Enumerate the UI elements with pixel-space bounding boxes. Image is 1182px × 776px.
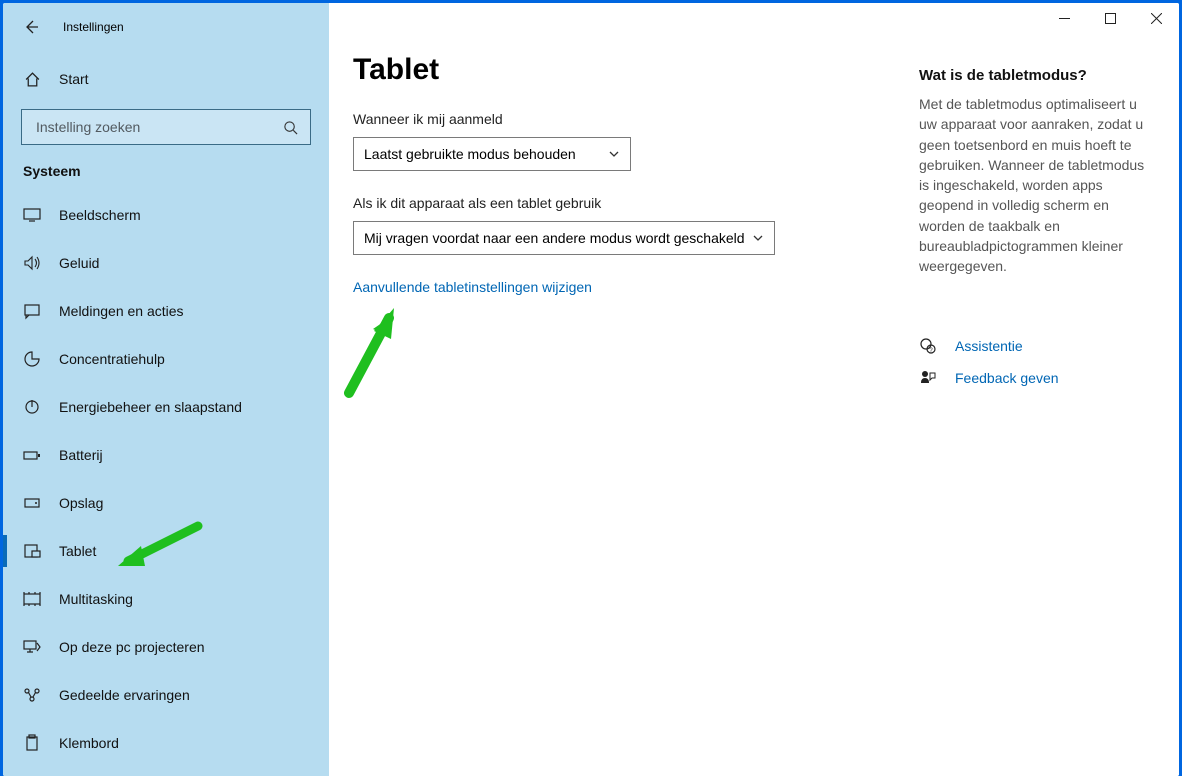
info-text: Met de tabletmodus optimaliseert u uw ap… xyxy=(919,94,1149,277)
sidebar-item-label: Gedeelde ervaringen xyxy=(59,687,190,703)
setting-as-tablet-label: Als ik dit apparaat als een tablet gebru… xyxy=(353,195,889,211)
sidebar-item-label: Batterij xyxy=(59,447,103,463)
titlebar-left: Instellingen xyxy=(3,7,329,47)
feedback-icon xyxy=(919,369,937,387)
close-button[interactable] xyxy=(1133,3,1179,33)
clipboard-icon xyxy=(23,734,41,752)
focus-icon xyxy=(23,350,41,368)
select-value: Laatst gebruikte modus behouden xyxy=(364,146,576,162)
back-icon[interactable] xyxy=(23,19,39,35)
settings-window: Instellingen Start Systeem Beeldscherm xyxy=(3,3,1179,776)
link-additional-tablet-settings[interactable]: Aanvullende tabletinstellingen wijzigen xyxy=(353,279,592,295)
home-icon xyxy=(23,70,41,88)
sidebar-item-label: Tablet xyxy=(59,543,96,559)
sidebar-item-meldingen[interactable]: Meldingen en acties xyxy=(3,287,329,335)
sidebar-item-geluid[interactable]: Geluid xyxy=(3,239,329,287)
info-title: Wat is de tabletmodus? xyxy=(919,67,1149,84)
minimize-button[interactable] xyxy=(1041,3,1087,33)
sidebar-nav-list: Beeldscherm Geluid Meldingen en acties C… xyxy=(3,191,329,767)
tablet-icon xyxy=(23,542,41,560)
chevron-down-icon xyxy=(752,232,764,244)
power-icon xyxy=(23,398,41,416)
select-when-signin[interactable]: Laatst gebruikte modus behouden xyxy=(353,137,631,171)
shared-icon xyxy=(23,686,41,704)
sidebar-category: Systeem xyxy=(3,145,329,191)
sidebar-item-label: Beeldscherm xyxy=(59,207,141,223)
multitasking-icon xyxy=(23,590,41,608)
sidebar-item-label: Concentratiehulp xyxy=(59,351,165,367)
search-input[interactable] xyxy=(34,118,283,136)
page-title: Tablet xyxy=(353,53,889,87)
support-feedback[interactable]: Feedback geven xyxy=(919,369,1149,387)
sidebar: Instellingen Start Systeem Beeldscherm xyxy=(3,3,329,776)
sidebar-item-label: Op deze pc projecteren xyxy=(59,639,205,655)
window-title: Instellingen xyxy=(63,20,124,34)
sidebar-item-concentratiehulp[interactable]: Concentratiehulp xyxy=(3,335,329,383)
notifications-icon xyxy=(23,302,41,320)
sidebar-item-opslag[interactable]: Opslag xyxy=(3,479,329,527)
display-icon xyxy=(23,206,41,224)
sidebar-item-label: Energiebeheer en slaapstand xyxy=(59,399,242,415)
sidebar-item-klembord[interactable]: Klembord xyxy=(3,719,329,767)
chevron-down-icon xyxy=(608,148,620,160)
help-icon: ? xyxy=(919,337,937,355)
info-column: Wat is de tabletmodus? Met de tabletmodu… xyxy=(919,3,1179,776)
sidebar-item-label: Klembord xyxy=(59,735,119,751)
content-area: Tablet Wanneer ik mij aanmeld Laatst geb… xyxy=(329,3,1179,776)
sound-icon xyxy=(23,254,41,272)
search-icon xyxy=(283,120,298,135)
select-value: Mij vragen voordat naar een andere modus… xyxy=(364,230,745,246)
titlebar-controls xyxy=(1041,3,1179,37)
sidebar-home[interactable]: Start xyxy=(3,55,329,103)
maximize-button[interactable] xyxy=(1087,3,1133,33)
sidebar-item-label: Multitasking xyxy=(59,591,133,607)
select-as-tablet[interactable]: Mij vragen voordat naar een andere modus… xyxy=(353,221,775,255)
main-column: Tablet Wanneer ik mij aanmeld Laatst geb… xyxy=(329,3,889,776)
sidebar-home-label: Start xyxy=(59,71,89,87)
support-feedback-label: Feedback geven xyxy=(955,370,1059,386)
sidebar-item-multitasking[interactable]: Multitasking xyxy=(3,575,329,623)
sidebar-item-batterij[interactable]: Batterij xyxy=(3,431,329,479)
sidebar-item-label: Opslag xyxy=(59,495,103,511)
search-wrap xyxy=(3,103,329,145)
support-list: ? Assistentie Feedback geven xyxy=(919,337,1149,387)
sidebar-item-projecteren[interactable]: Op deze pc projecteren xyxy=(3,623,329,671)
battery-icon xyxy=(23,446,41,464)
support-help[interactable]: ? Assistentie xyxy=(919,337,1149,355)
support-help-label: Assistentie xyxy=(955,338,1023,354)
setting-when-signin-label: Wanneer ik mij aanmeld xyxy=(353,111,889,127)
project-icon xyxy=(23,638,41,656)
sidebar-item-gedeelde-ervaringen[interactable]: Gedeelde ervaringen xyxy=(3,671,329,719)
sidebar-item-tablet[interactable]: Tablet xyxy=(3,527,329,575)
sidebar-item-label: Meldingen en acties xyxy=(59,303,184,319)
sidebar-item-energiebeheer[interactable]: Energiebeheer en slaapstand xyxy=(3,383,329,431)
sidebar-item-beeldscherm[interactable]: Beeldscherm xyxy=(3,191,329,239)
search-box[interactable] xyxy=(21,109,311,145)
sidebar-item-label: Geluid xyxy=(59,255,99,271)
storage-icon xyxy=(23,494,41,512)
